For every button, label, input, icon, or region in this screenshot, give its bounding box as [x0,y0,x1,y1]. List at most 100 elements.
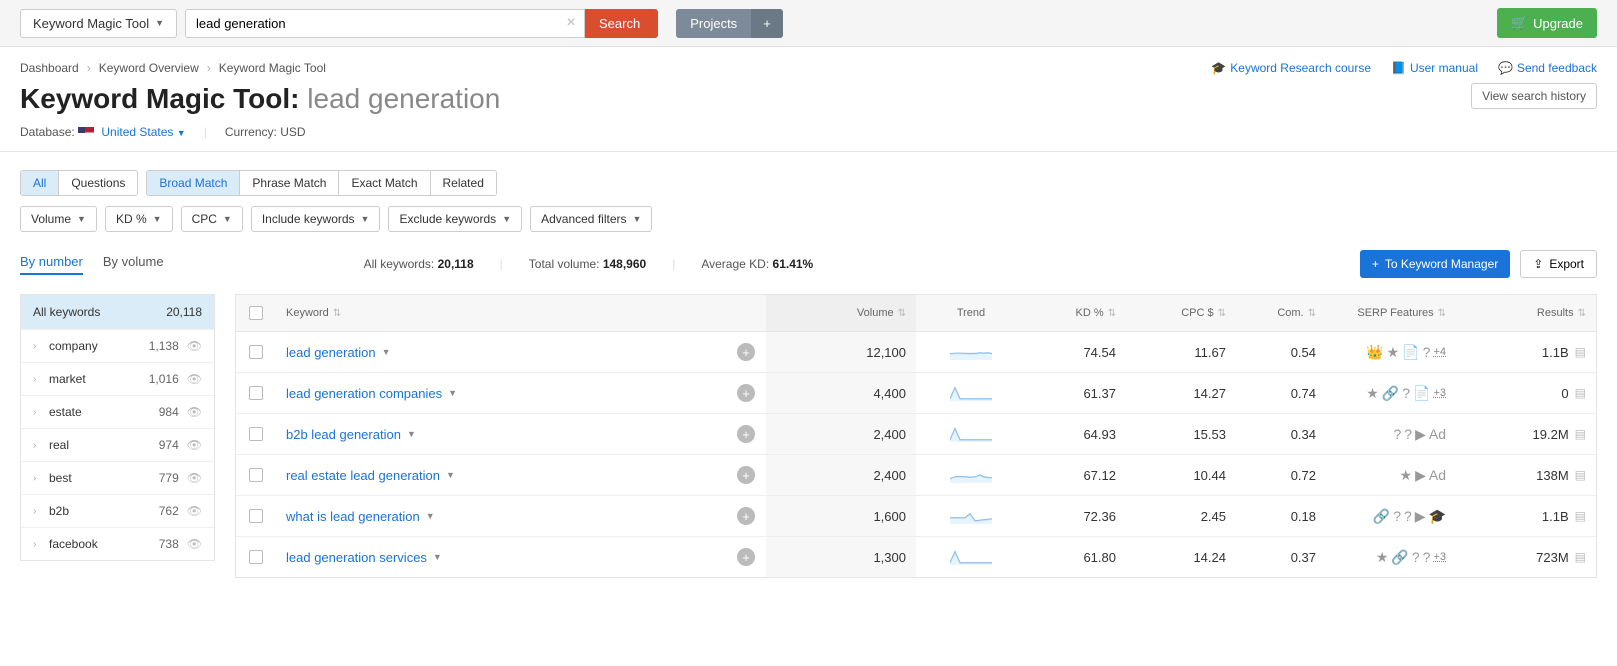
results-cell: 19.2M▤ [1456,414,1596,454]
cpc-filter[interactable]: CPC▼ [181,206,243,232]
add-keyword-button[interactable]: + [737,384,755,402]
tab-questions[interactable]: Questions [59,171,137,195]
table-row: real estate lead generation ▼+2,40067.12… [236,455,1596,496]
eye-icon[interactable]: 👁 [187,405,202,419]
sidebar-group-item[interactable]: ›b2b762👁 [21,494,214,527]
upgrade-button[interactable]: 🛒 Upgrade [1497,8,1597,38]
search-button[interactable]: Search [581,9,658,38]
to-keyword-manager-button[interactable]: + To Keyword Manager [1360,250,1510,278]
select-all-checkbox[interactable] [236,295,276,331]
com-cell: 0.74 [1236,373,1326,413]
exclude-keywords-filter[interactable]: Exclude keywords▼ [388,206,522,232]
group-count: 779 [139,471,179,485]
kd-cell: 74.54 [1026,332,1126,372]
eye-icon[interactable]: 👁 [187,372,202,386]
keyword-link[interactable]: lead generation companies ▼ [286,386,457,401]
serp-feature-icon: ? [1423,344,1431,360]
col-serp[interactable]: SERP Features⇅ [1326,295,1456,331]
filter-dropdowns-row: Volume▼ KD %▼ CPC▼ Include keywords▼ Exc… [0,206,1617,250]
com-cell: 0.72 [1236,455,1326,495]
tab-broad-match[interactable]: Broad Match [147,171,240,195]
row-checkbox[interactable] [249,550,263,564]
serp-snapshot-icon[interactable]: ▤ [1575,427,1586,441]
eye-icon[interactable]: 👁 [187,504,202,518]
breadcrumb-item[interactable]: Keyword Overview [99,61,199,75]
sidebar-all-keywords[interactable]: All keywords 20,118 [21,295,214,329]
serp-cell: ★🔗?📄+3 [1326,373,1456,413]
col-com[interactable]: Com.⇅ [1236,295,1326,331]
cpc-cell: 15.53 [1126,414,1236,454]
add-project-button[interactable]: + [751,9,783,38]
search-input[interactable] [185,9,585,38]
include-keywords-filter[interactable]: Include keywords▼ [251,206,381,232]
col-volume[interactable]: Volume⇅ [766,295,916,331]
keyword-link[interactable]: lead generation services ▼ [286,550,442,565]
add-keyword-button[interactable]: + [737,343,755,361]
trend-sparkline [950,467,992,483]
row-checkbox[interactable] [249,509,263,523]
serp-more-link[interactable]: +3 [1433,551,1446,563]
sidebar-group-item[interactable]: ›company1,138👁 [21,329,214,362]
kd-filter[interactable]: KD %▼ [105,206,173,232]
col-kd[interactable]: KD %⇅ [1026,295,1126,331]
chat-icon: 💬 [1498,61,1513,75]
eye-icon[interactable]: 👁 [187,339,202,353]
add-keyword-button[interactable]: + [737,425,755,443]
sort-by-number-tab[interactable]: By number [20,254,83,275]
row-checkbox[interactable] [249,427,263,441]
add-keyword-button[interactable]: + [737,466,755,484]
sidebar-group-item[interactable]: ›estate984👁 [21,395,214,428]
cpc-cell: 10.44 [1126,455,1236,495]
tab-phrase-match[interactable]: Phrase Match [240,171,339,195]
row-checkbox[interactable] [249,386,263,400]
add-keyword-button[interactable]: + [737,507,755,525]
row-checkbox[interactable] [249,345,263,359]
sidebar-group-item[interactable]: ›market1,016👁 [21,362,214,395]
keyword-research-course-link[interactable]: 🎓Keyword Research course [1211,61,1371,75]
add-keyword-button[interactable]: + [737,548,755,566]
keyword-link[interactable]: lead generation ▼ [286,345,391,360]
serp-snapshot-icon[interactable]: ▤ [1575,550,1586,564]
col-keyword[interactable]: Keyword⇅ [276,295,726,331]
database-selector[interactable]: Database: United States ▼ [20,125,186,139]
row-checkbox[interactable] [249,468,263,482]
eye-icon[interactable]: 👁 [187,537,202,551]
volume-cell: 1,600 [766,496,916,536]
keyword-link[interactable]: b2b lead generation ▼ [286,427,416,442]
com-cell: 0.18 [1236,496,1326,536]
serp-snapshot-icon[interactable]: ▤ [1575,468,1586,482]
database-value: United States [101,125,173,139]
user-manual-link[interactable]: 📘User manual [1391,61,1478,75]
serp-more-link[interactable]: +4 [1433,346,1446,358]
tab-all[interactable]: All [21,171,59,195]
cpc-cell: 11.67 [1126,332,1236,372]
send-feedback-link[interactable]: 💬Send feedback [1498,61,1597,75]
tab-exact-match[interactable]: Exact Match [339,171,430,195]
projects-button[interactable]: Projects [676,9,751,38]
eye-icon[interactable]: 👁 [187,471,202,485]
advanced-filters[interactable]: Advanced filters▼ [530,206,652,232]
sidebar-group-item[interactable]: ›real974👁 [21,428,214,461]
keyword-link[interactable]: what is lead generation ▼ [286,509,435,524]
col-cpc[interactable]: CPC $⇅ [1126,295,1236,331]
group-name: company [49,339,131,353]
sort-by-volume-tab[interactable]: By volume [103,254,164,275]
keyword-link[interactable]: real estate lead generation ▼ [286,468,455,483]
eye-icon[interactable]: 👁 [187,438,202,452]
export-button[interactable]: ⇪ Export [1520,250,1597,278]
serp-more-link[interactable]: +3 [1433,387,1446,399]
results-cell: 723M▤ [1456,537,1596,577]
tab-related[interactable]: Related [431,171,496,195]
breadcrumb-item[interactable]: Dashboard [20,61,79,75]
sidebar-group-item[interactable]: ›facebook738👁 [21,527,214,560]
view-search-history-button[interactable]: View search history [1471,83,1597,109]
col-results[interactable]: Results⇅ [1456,295,1596,331]
clear-search-icon[interactable]: × [561,9,581,38]
volume-filter[interactable]: Volume▼ [20,206,97,232]
sidebar-group-item[interactable]: ›best779👁 [21,461,214,494]
tool-selector-dropdown[interactable]: Keyword Magic Tool ▼ [20,9,177,38]
breadcrumb-item[interactable]: Keyword Magic Tool [219,61,326,75]
serp-snapshot-icon[interactable]: ▤ [1575,345,1586,359]
serp-snapshot-icon[interactable]: ▤ [1575,509,1586,523]
serp-snapshot-icon[interactable]: ▤ [1575,386,1586,400]
